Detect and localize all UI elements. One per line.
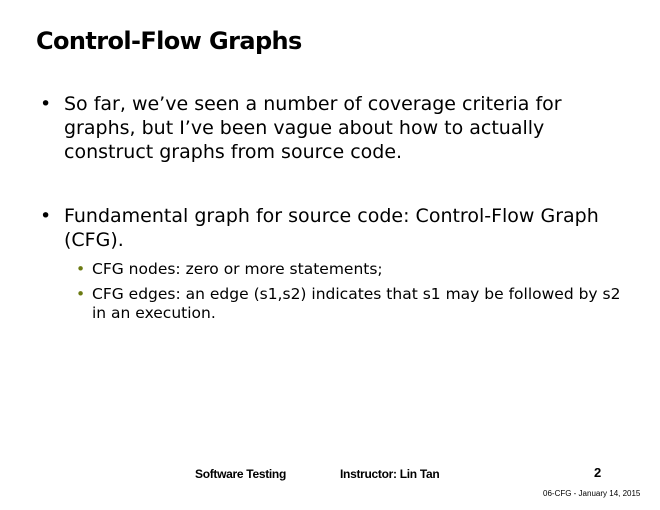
sub-bullet-marker: • — [76, 260, 86, 278]
bullet-item-cfg: • Fundamental graph for source code: Con… — [36, 204, 636, 323]
slide-content: • So far, we’ve seen a number of coverag… — [36, 92, 636, 329]
bullet-marker: • — [40, 205, 52, 227]
sub-bullet-item-edges: • CFG edges: an edge (s1,s2) indicates t… — [64, 285, 636, 323]
slide-title: Control-Flow Graphs — [36, 27, 302, 55]
bullet-item-coverage: • So far, we’ve seen a number of coverag… — [36, 92, 636, 164]
bullet-marker: • — [40, 93, 52, 115]
sub-bullet-marker: • — [76, 285, 86, 303]
sub-bullet-text: CFG nodes: zero or more statements; — [92, 260, 383, 278]
footer-date: 06-CFG - January 14, 2015 — [543, 489, 641, 498]
bullet-text: Fundamental graph for source code: Contr… — [64, 205, 599, 251]
footer-course: Software Testing — [195, 467, 286, 481]
sub-bullet-item-nodes: • CFG nodes: zero or more statements; — [64, 260, 636, 279]
page-number: 2 — [594, 465, 601, 480]
bullet-text: So far, we’ve seen a number of coverage … — [64, 93, 562, 163]
footer-instructor: Instructor: Lin Tan — [340, 467, 440, 481]
sub-bullet-list: • CFG nodes: zero or more statements; • … — [64, 260, 636, 323]
bullet-list: • So far, we’ve seen a number of coverag… — [36, 92, 636, 323]
slide: Control-Flow Graphs • So far, we’ve seen… — [0, 0, 660, 510]
sub-bullet-text: CFG edges: an edge (s1,s2) indicates tha… — [92, 285, 621, 322]
